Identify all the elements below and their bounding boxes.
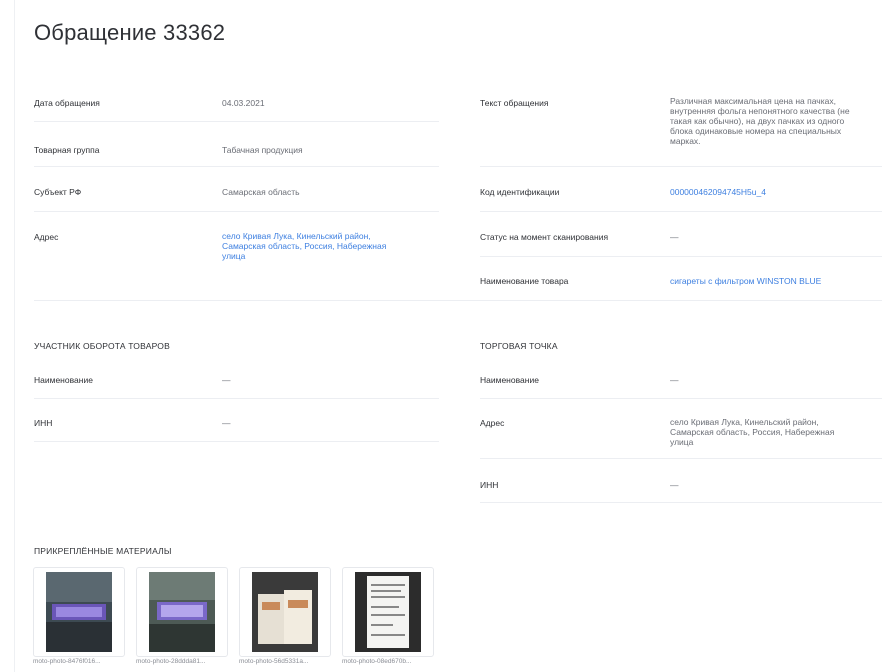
attachment-filename: moto-photo-28ddda81...: [136, 658, 206, 665]
divider: [34, 300, 882, 301]
text-line-2: внутренняя фольга непонятного качества (…: [670, 106, 850, 116]
address-line-1: село Кривая Лука, Кинельский район,: [222, 231, 371, 241]
attachment-thumbnail[interactable]: [136, 567, 228, 657]
address-label: Адрес: [34, 232, 59, 242]
outlet-inn-label: ИНН: [480, 480, 499, 490]
outlet-address-line-1: село Кривая Лука, Кинельский район,: [670, 417, 819, 427]
divider: [480, 502, 882, 503]
divider: [34, 166, 439, 167]
region-label: Субъект РФ: [34, 187, 82, 197]
text-value: Различная максимальная цена на пачках, в…: [670, 96, 882, 146]
product-link[interactable]: сигареты с фильтром WINSTON BLUE: [670, 276, 821, 286]
code-link[interactable]: 000000462094745H5u_4: [670, 187, 766, 197]
outlet-address-label: Адрес: [480, 418, 505, 428]
divider: [34, 211, 439, 212]
divider: [480, 166, 882, 167]
page-title: Обращение 33362: [34, 20, 226, 45]
attachment-filename: moto-photo-56d5331a...: [239, 658, 309, 665]
divider: [480, 458, 882, 459]
participant-name-label: Наименование: [34, 375, 93, 385]
text-line-1: Различная максимальная цена на пачках,: [670, 96, 836, 106]
attachment-thumbnail[interactable]: [342, 567, 434, 657]
participant-heading: УЧАСТНИК ОБОРОТА ТОВАРОВ: [34, 341, 170, 351]
outlet-address-line-2: Самарская область, Россия, Набережная: [670, 427, 835, 437]
outlet-address-line-3: улица: [670, 437, 694, 447]
date-value: 04.03.2021: [222, 98, 265, 108]
participant-inn-value: —: [222, 418, 231, 428]
product-label: Наименование товара: [480, 276, 569, 286]
group-value: Табачная продукция: [222, 145, 303, 155]
text-line-3: такая как обычно), на двух пачках из одн…: [670, 116, 845, 126]
divider: [480, 398, 882, 399]
text-line-5: марках.: [670, 136, 701, 146]
text-line-4: блока одинаковые номера на специальных: [670, 126, 842, 136]
outlet-name-value: —: [670, 375, 679, 385]
address-link[interactable]: село Кривая Лука, Кинельский район, Сама…: [222, 231, 432, 261]
photo-cigarette-pack-image: [46, 572, 112, 652]
attachment-filename: moto-photo-08ed670b...: [342, 658, 412, 665]
divider: [34, 441, 439, 442]
attachment-thumbnail[interactable]: [239, 567, 331, 657]
outlet-address-value: село Кривая Лука, Кинельский район, Сама…: [670, 417, 882, 447]
status-value: —: [670, 232, 679, 242]
address-line-2: Самарская область, Россия, Набережная: [222, 241, 387, 251]
region-value: Самарская область: [222, 187, 300, 197]
attachment-thumbnail[interactable]: [33, 567, 125, 657]
attachment-filename: moto-photo-8476f016...: [33, 658, 101, 665]
attachments-heading: ПРИКРЕПЛЁННЫЕ МАТЕРИАЛЫ: [34, 546, 172, 556]
divider: [34, 121, 439, 122]
outlet-name-label: Наименование: [480, 375, 539, 385]
address-line-3: улица: [222, 251, 246, 261]
group-label: Товарная группа: [34, 145, 100, 155]
text-label: Текст обращения: [480, 98, 549, 108]
divider: [480, 211, 882, 212]
participant-name-value: —: [222, 375, 231, 385]
divider: [480, 256, 882, 257]
code-label: Код идентификации: [480, 187, 560, 197]
date-label: Дата обращения: [34, 98, 100, 108]
status-label: Статус на момент сканирования: [480, 232, 609, 242]
photo-cigarette-pack-image: [149, 572, 215, 652]
photo-receipt-image: [355, 572, 421, 652]
outlet-heading: ТОРГОВАЯ ТОЧКА: [480, 341, 558, 351]
photo-cigarette-packs-image: [252, 572, 318, 652]
divider: [34, 398, 439, 399]
participant-inn-label: ИНН: [34, 418, 53, 428]
outlet-inn-value: —: [670, 480, 679, 490]
